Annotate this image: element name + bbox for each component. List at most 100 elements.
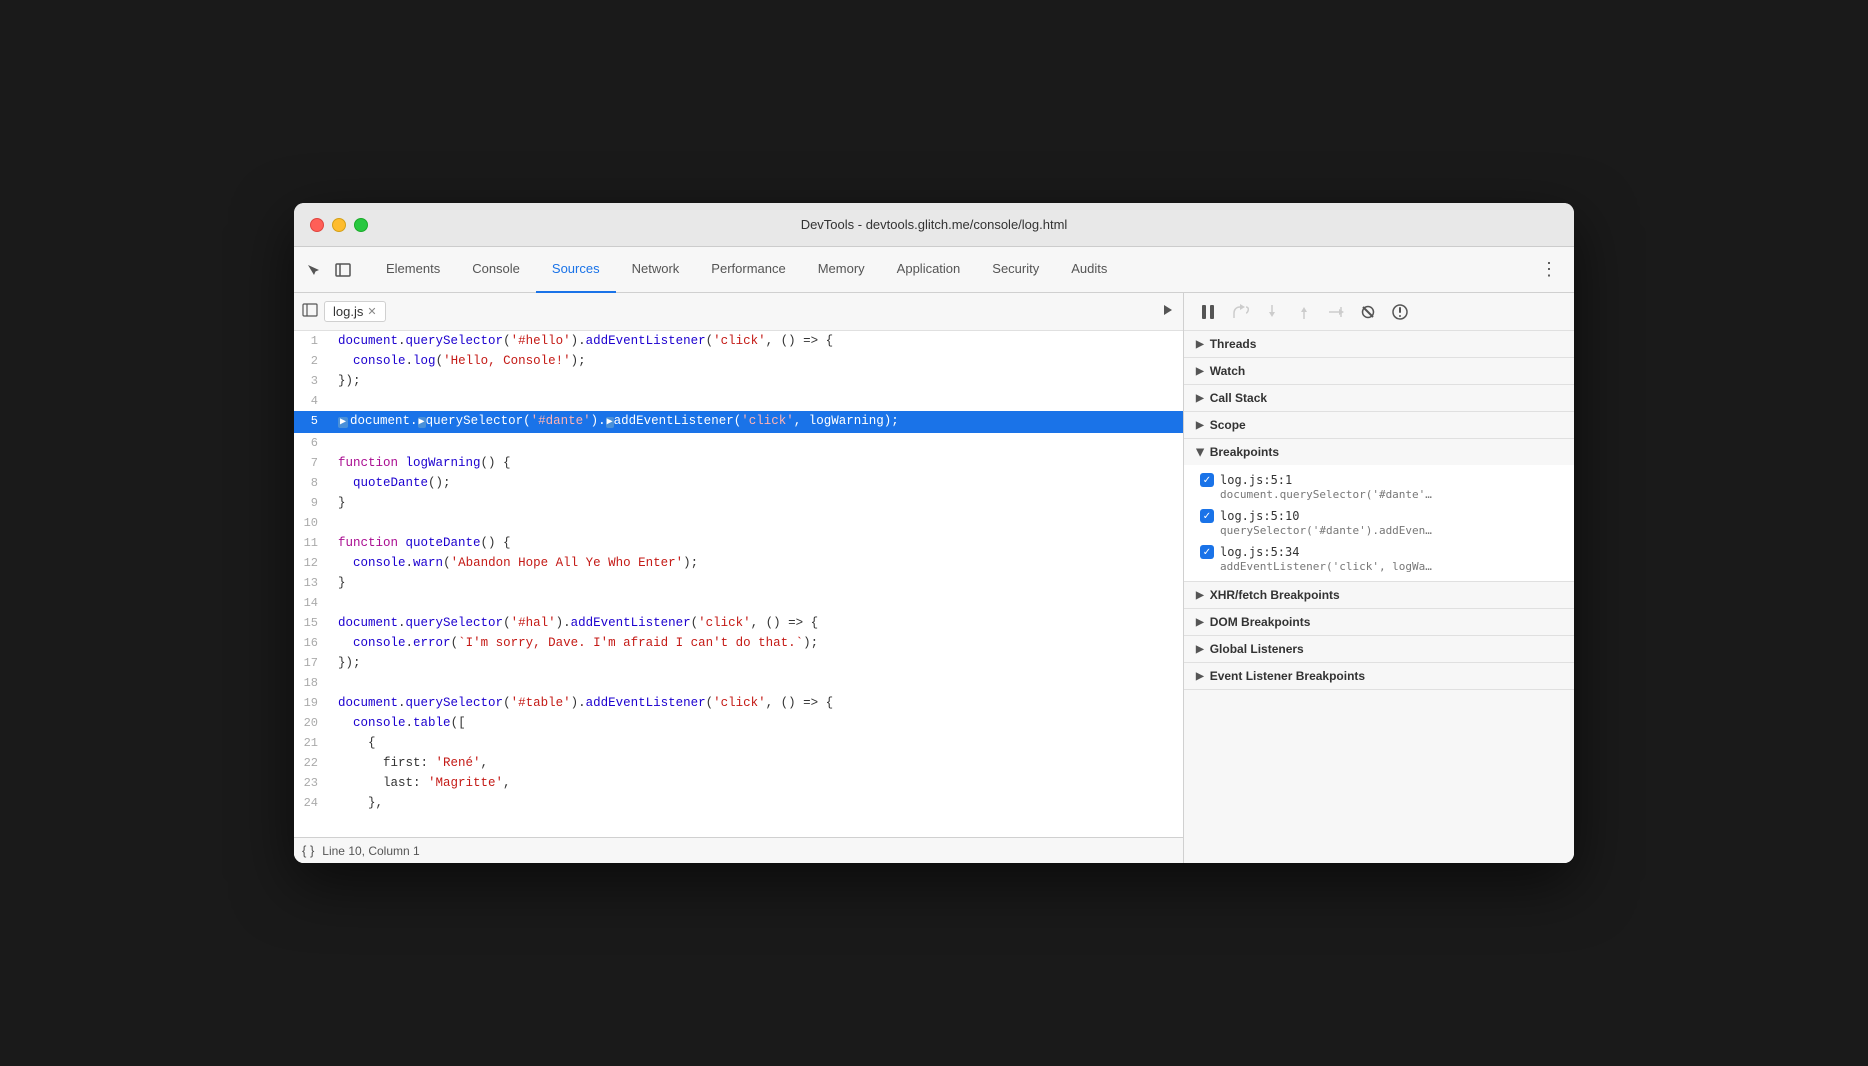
breakpoint-code-2: addEventListener('click', logWa… bbox=[1200, 560, 1520, 573]
dock-icon[interactable] bbox=[332, 259, 354, 281]
breakpoints-content: log.js:5:1 document.querySelector('#dant… bbox=[1184, 465, 1574, 581]
breakpoints-arrow-icon: ▶ bbox=[1194, 448, 1205, 456]
watch-arrow-icon: ▶ bbox=[1196, 366, 1204, 377]
file-tab-close-icon[interactable]: ✕ bbox=[367, 305, 376, 318]
code-line-8: 8 quoteDante(); bbox=[294, 473, 1183, 493]
step-out-button[interactable] bbox=[1292, 300, 1316, 324]
section-breakpoints: ▶ Breakpoints log.js:5:1 document.queryS… bbox=[1184, 439, 1574, 582]
tab-audits[interactable]: Audits bbox=[1055, 247, 1123, 293]
window-title: DevTools - devtools.glitch.me/console/lo… bbox=[801, 217, 1068, 232]
editor-toolbar-left: log.js ✕ bbox=[302, 301, 386, 322]
tab-bar: Elements Console Sources Network Perform… bbox=[294, 247, 1574, 293]
code-line-17: 17 }); bbox=[294, 653, 1183, 673]
breakpoint-location-2: log.js:5:34 bbox=[1220, 545, 1299, 559]
section-xhr-breakpoints: ▶ XHR/fetch Breakpoints bbox=[1184, 582, 1574, 609]
code-line-14: 14 bbox=[294, 593, 1183, 613]
code-line-22: 22 first: 'René', bbox=[294, 753, 1183, 773]
breakpoint-location-1: log.js:5:10 bbox=[1220, 509, 1299, 523]
devtools-window: DevTools - devtools.glitch.me/console/lo… bbox=[294, 203, 1574, 863]
code-lines: 1 document.querySelector('#hello').addEv… bbox=[294, 331, 1183, 813]
tab-performance[interactable]: Performance bbox=[695, 247, 801, 293]
minimize-button[interactable] bbox=[332, 218, 346, 232]
code-line-15: 15 document.querySelector('#hal').addEve… bbox=[294, 613, 1183, 633]
pause-button[interactable] bbox=[1196, 300, 1220, 324]
section-threads-header[interactable]: ▶ Threads bbox=[1184, 331, 1574, 357]
tab-console[interactable]: Console bbox=[456, 247, 536, 293]
section-dom-breakpoints: ▶ DOM Breakpoints bbox=[1184, 609, 1574, 636]
deactivate-breakpoints-button[interactable] bbox=[1356, 300, 1380, 324]
debugger-sections: ▶ Threads ▶ Watch ▶ Call Stack bbox=[1184, 331, 1574, 863]
threads-arrow-icon: ▶ bbox=[1196, 339, 1204, 350]
section-breakpoints-header[interactable]: ▶ Breakpoints bbox=[1184, 439, 1574, 465]
section-dom-label: DOM Breakpoints bbox=[1210, 615, 1311, 629]
code-line-21: 21 { bbox=[294, 733, 1183, 753]
code-editor[interactable]: 1 document.querySelector('#hello').addEv… bbox=[294, 331, 1183, 837]
file-tab-name: log.js bbox=[333, 304, 363, 319]
file-tab-logjs[interactable]: log.js ✕ bbox=[324, 301, 386, 322]
cursor-icon[interactable] bbox=[302, 259, 324, 281]
code-line-3: 3 }); bbox=[294, 371, 1183, 391]
tab-application[interactable]: Application bbox=[881, 247, 977, 293]
code-line-24: 24 }, bbox=[294, 793, 1183, 813]
pause-on-exceptions-button[interactable] bbox=[1388, 300, 1412, 324]
breakpoint-checkbox-0[interactable] bbox=[1200, 473, 1214, 487]
section-watch: ▶ Watch bbox=[1184, 358, 1574, 385]
code-line-2: 2 console.log('Hello, Console!'); bbox=[294, 351, 1183, 371]
code-line-4: 4 bbox=[294, 391, 1183, 411]
code-line-9: 9 } bbox=[294, 493, 1183, 513]
code-line-20: 20 console.table([ bbox=[294, 713, 1183, 733]
step-into-button[interactable] bbox=[1260, 300, 1284, 324]
status-bar: { } Line 10, Column 1 bbox=[294, 837, 1183, 863]
section-dom-header[interactable]: ▶ DOM Breakpoints bbox=[1184, 609, 1574, 635]
section-scope-header[interactable]: ▶ Scope bbox=[1184, 412, 1574, 438]
tab-bar-icons bbox=[302, 259, 362, 281]
debugger-toolbar bbox=[1184, 293, 1574, 331]
section-callstack-header[interactable]: ▶ Call Stack bbox=[1184, 385, 1574, 411]
breakpoint-item-1: log.js:5:10 querySelector('#dante').addE… bbox=[1184, 505, 1574, 541]
close-button[interactable] bbox=[310, 218, 324, 232]
tab-security[interactable]: Security bbox=[976, 247, 1055, 293]
section-threads-label: Threads bbox=[1210, 337, 1257, 351]
breakpoint-location-0: log.js:5:1 bbox=[1220, 473, 1292, 487]
code-line-16: 16 console.error(`I'm sorry, Dave. I'm a… bbox=[294, 633, 1183, 653]
section-global-header[interactable]: ▶ Global Listeners bbox=[1184, 636, 1574, 662]
editor-toolbar: log.js ✕ bbox=[294, 293, 1183, 331]
xhr-arrow-icon: ▶ bbox=[1196, 590, 1204, 601]
section-watch-label: Watch bbox=[1210, 364, 1246, 378]
tab-elements[interactable]: Elements bbox=[370, 247, 456, 293]
debugger-panel: ▶ Threads ▶ Watch ▶ Call Stack bbox=[1184, 293, 1574, 863]
section-xhr-label: XHR/fetch Breakpoints bbox=[1210, 588, 1340, 602]
dom-arrow-icon: ▶ bbox=[1196, 617, 1204, 628]
code-line-5: 5 ▶document.▶querySelector('#dante').▶ad… bbox=[294, 411, 1183, 433]
breakpoint-checkbox-1[interactable] bbox=[1200, 509, 1214, 523]
event-arrow-icon: ▶ bbox=[1196, 671, 1204, 682]
code-line-23: 23 last: 'Magritte', bbox=[294, 773, 1183, 793]
section-event-label: Event Listener Breakpoints bbox=[1210, 669, 1365, 683]
step-over-button[interactable] bbox=[1228, 300, 1252, 324]
tab-network[interactable]: Network bbox=[616, 247, 696, 293]
section-global-listeners: ▶ Global Listeners bbox=[1184, 636, 1574, 663]
section-scope-label: Scope bbox=[1210, 418, 1246, 432]
section-scope: ▶ Scope bbox=[1184, 412, 1574, 439]
section-global-label: Global Listeners bbox=[1210, 642, 1304, 656]
breakpoint-checkbox-2[interactable] bbox=[1200, 545, 1214, 559]
more-tabs-icon[interactable]: ⋮ bbox=[1532, 259, 1566, 280]
code-line-12: 12 console.warn('Abandon Hope All Ye Who… bbox=[294, 553, 1183, 573]
format-icon[interactable]: { } bbox=[302, 843, 314, 858]
code-line-11: 11 function quoteDante() { bbox=[294, 533, 1183, 553]
section-event-header[interactable]: ▶ Event Listener Breakpoints bbox=[1184, 663, 1574, 689]
section-watch-header[interactable]: ▶ Watch bbox=[1184, 358, 1574, 384]
maximize-button[interactable] bbox=[354, 218, 368, 232]
callstack-arrow-icon: ▶ bbox=[1196, 393, 1204, 404]
section-xhr-header[interactable]: ▶ XHR/fetch Breakpoints bbox=[1184, 582, 1574, 608]
run-snippet-icon[interactable] bbox=[1161, 303, 1175, 320]
tab-memory[interactable]: Memory bbox=[802, 247, 881, 293]
code-line-10: 10 bbox=[294, 513, 1183, 533]
section-event-listener-breakpoints: ▶ Event Listener Breakpoints bbox=[1184, 663, 1574, 690]
section-callstack: ▶ Call Stack bbox=[1184, 385, 1574, 412]
tab-sources[interactable]: Sources bbox=[536, 247, 616, 293]
code-line-7: 7 function logWarning() { bbox=[294, 453, 1183, 473]
section-callstack-label: Call Stack bbox=[1210, 391, 1267, 405]
step-button[interactable] bbox=[1324, 300, 1348, 324]
sidebar-toggle-icon[interactable] bbox=[302, 303, 318, 320]
